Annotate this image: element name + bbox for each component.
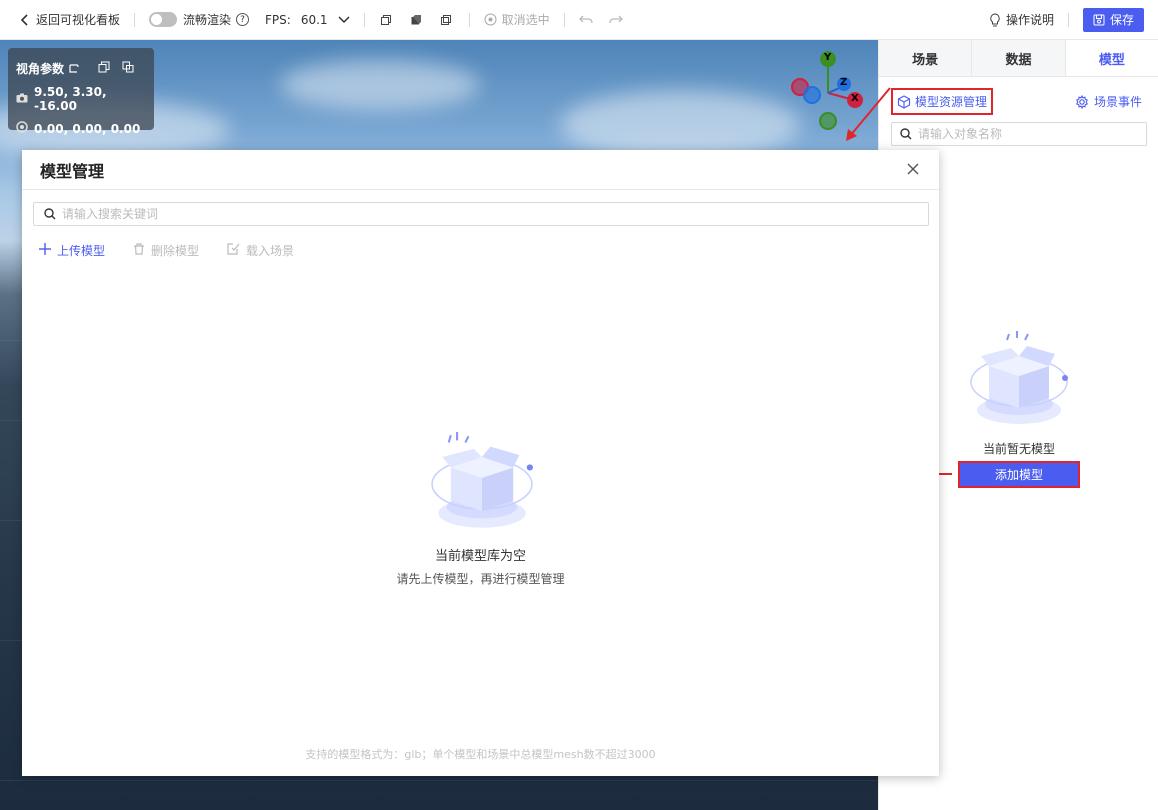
instructions-link[interactable]: 操作说明 [989, 11, 1054, 28]
model-resource-link[interactable]: 模型资源管理 [891, 88, 994, 115]
object-search[interactable] [891, 122, 1147, 146]
add-model-button[interactable]: 添加模型 [958, 461, 1080, 488]
copy-icon[interactable] [98, 61, 110, 76]
camera-position: 9.50, 3.30, -16.00 [34, 85, 107, 113]
view-params-panel: 视角参数 9.50, 3.30, -16.00 0.00, 0.00, 0.00 [8, 48, 154, 136]
empty-box-illustration [967, 330, 1071, 433]
deselect-button[interactable]: 取消选中 [484, 11, 550, 28]
right-tabs: 场景 数据 模型 [879, 40, 1158, 77]
model-resource-label: 模型资源管理 [915, 95, 988, 109]
upload-model-label: 上传模型 [57, 244, 106, 258]
redo-icon[interactable] [608, 13, 623, 27]
back-label: 返回可视化看板 [36, 13, 121, 27]
paste-icon[interactable] [122, 61, 134, 76]
back-link[interactable]: 返回可视化看板 [20, 11, 120, 28]
undo-icon[interactable] [578, 13, 593, 27]
chevron-left-icon [20, 13, 28, 26]
plus-icon [39, 242, 51, 259]
smooth-render-toggle[interactable]: 流畅渲染 ? [149, 11, 250, 28]
scene-event-label: 场景事件 [1093, 95, 1142, 109]
gear-icon [1076, 94, 1088, 109]
model-search-input[interactable] [62, 207, 862, 221]
fps-display: FPS: 60.1 [265, 13, 350, 27]
upload-model-button[interactable]: 上传模型 [39, 242, 105, 259]
sky-cloud [280, 60, 480, 110]
save-label: 保存 [1109, 13, 1134, 27]
delete-model-button[interactable]: 删除模型 [133, 242, 199, 259]
help-icon[interactable]: ? [236, 13, 250, 26]
empty-library-subtitle: 请先上传模型，再进行模型管理 [396, 572, 565, 586]
delete-model-label: 删除模型 [151, 244, 200, 258]
smooth-render-label: 流畅渲染 [183, 13, 232, 27]
fps-label: FPS: [265, 12, 291, 27]
model-management-dialog: 模型管理 上传模型 删除模型 载入场景 [22, 150, 939, 776]
view-params-title: 视角参数 [16, 62, 65, 76]
divider [363, 12, 365, 27]
load-scene-button[interactable]: 载入场景 [227, 242, 294, 259]
chevron-down-icon[interactable] [338, 15, 350, 24]
axis-y-label: Y [824, 52, 832, 63]
divider [1067, 12, 1069, 27]
ground-grid-line [0, 780, 878, 781]
cube-icon [897, 94, 911, 109]
lightbulb-icon [990, 12, 1000, 26]
view-front-icon[interactable] [379, 13, 393, 27]
fps-value: 60.1 [300, 12, 328, 27]
dialog-actions: 上传模型 删除模型 载入场景 [39, 242, 322, 259]
view-solid-icon[interactable] [409, 13, 423, 27]
view-side-icon[interactable] [439, 13, 453, 27]
deselect-label: 取消选中 [501, 13, 550, 27]
target-icon [484, 13, 497, 26]
load-scene-label: 载入场景 [246, 244, 295, 258]
tab-scene[interactable]: 场景 [879, 40, 973, 76]
divider [468, 12, 470, 27]
dialog-title: 模型管理 [40, 161, 105, 181]
empty-box-illustration [427, 430, 537, 537]
empty-library-title: 当前模型库为空 [434, 549, 526, 564]
close-icon[interactable] [905, 162, 921, 178]
format-footnote: 支持的模型格式为：glb；单个模型和场景中总模型mesh数不超过3000 [305, 748, 656, 761]
divider [134, 12, 136, 27]
target-position: 0.00, 0.00, 0.00 [34, 121, 141, 136]
search-icon [900, 128, 912, 140]
target-icon [16, 121, 28, 136]
search-icon [44, 208, 56, 220]
top-toolbar: 返回可视化看板 流畅渲染 ? FPS: 60.1 取消选中 操作说明 保存 [0, 0, 1158, 40]
trash-icon [133, 242, 145, 259]
tab-data[interactable]: 数据 [972, 40, 1066, 76]
save-button[interactable]: 保存 [1082, 7, 1144, 32]
reset-view-icon[interactable] [68, 62, 79, 76]
camera-icon [16, 93, 28, 106]
edit-check-icon [227, 242, 240, 259]
dialog-header: 模型管理 [22, 150, 939, 190]
annotation-arrow-icon [846, 87, 891, 141]
object-search-input[interactable] [918, 127, 1118, 141]
instructions-label: 操作说明 [1005, 13, 1054, 27]
save-icon [1093, 14, 1105, 25]
model-search[interactable] [33, 202, 929, 226]
divider [563, 12, 565, 27]
toggle-switch[interactable] [149, 12, 178, 27]
scene-event-link[interactable]: 场景事件 [1075, 93, 1142, 110]
tab-model[interactable]: 模型 [1065, 40, 1158, 76]
